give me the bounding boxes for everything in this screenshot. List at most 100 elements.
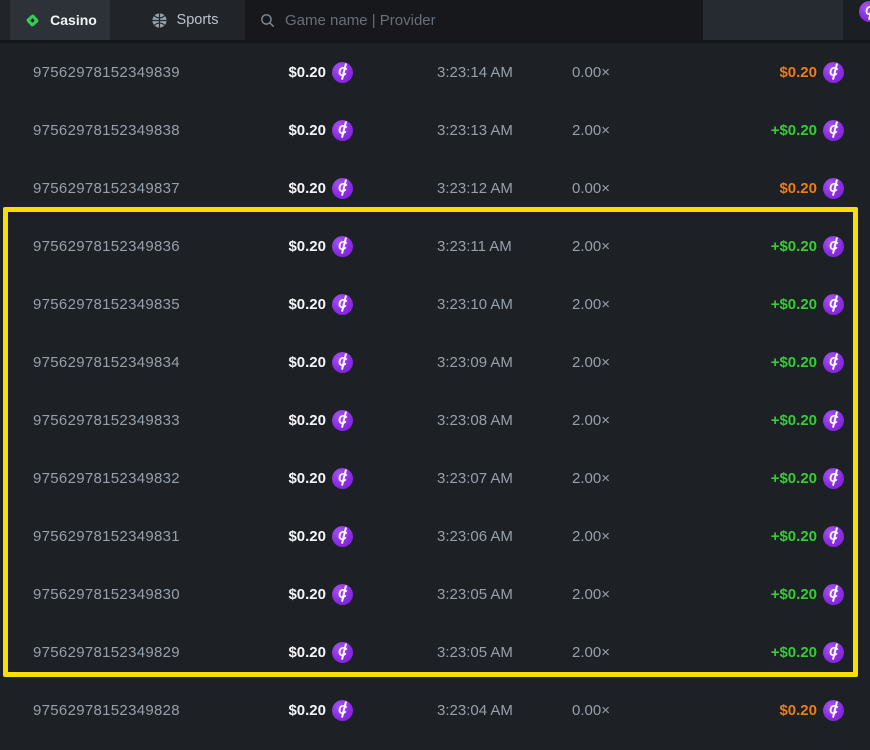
tab-casino[interactable]: Casino [10, 0, 110, 40]
bet-multiplier: 2.00× [553, 238, 703, 255]
bet-id: 97562978152349832 [0, 470, 250, 487]
bet-amount: $0.20 [288, 64, 326, 81]
bet-time: 3:23:07 AM [353, 470, 553, 487]
bet-id: 97562978152349835 [0, 296, 250, 313]
bet-payout-cell: +$0.20C [703, 352, 870, 373]
coin-icon: C [332, 62, 353, 83]
bet-payout: +$0.20 [771, 354, 817, 371]
bet-payout-cell: +$0.20 C [703, 642, 870, 663]
casino-cards-icon [23, 11, 42, 30]
bet-multiplier: 2.00× [553, 644, 703, 661]
bet-amount: $0.20 [288, 470, 326, 487]
bet-payout: +$0.20 [771, 238, 817, 255]
bet-amount: $0.20 [288, 296, 326, 313]
table-row[interactable]: 97562978152349835$0.20C3:23:10 AM2.00×+$… [0, 275, 870, 333]
bet-time: 3:23:10 AM [353, 296, 553, 313]
bet-time: 3:23:11 AM [353, 238, 553, 255]
bet-amount-cell: $0.20 C [250, 468, 353, 489]
bet-time: 3:23:12 AM [353, 180, 553, 197]
coin-icon: C [823, 468, 844, 489]
bet-payout-cell: $0.20 C [703, 178, 870, 199]
bet-id: 97562978152349838 [0, 122, 250, 139]
bets-table: 97562978152349839$0.20C3:23:14 AM0.00×$0… [0, 43, 870, 739]
table-row[interactable]: 97562978152349837$0.20C3:23:12 AM0.00×$0… [0, 159, 870, 217]
coin-icon: C [332, 294, 353, 315]
bet-amount: $0.20 [288, 412, 326, 429]
coin-icon: C [332, 236, 353, 257]
bet-payout: +$0.20 [771, 644, 817, 661]
table-row[interactable]: 97562978152349828$0.20C3:23:04 AM0.00×$0… [0, 681, 870, 739]
table-row[interactable]: 97562978152349838$0.20C3:23:13 AM2.00×+$… [0, 101, 870, 159]
table-row[interactable]: 97562978152349834$0.20C3:23:09 AM2.00×+$… [0, 333, 870, 391]
coin-icon: C [823, 700, 844, 721]
bet-time: 3:23:06 AM [353, 528, 553, 545]
bet-time: 3:23:05 AM [353, 586, 553, 603]
game-search [245, 0, 703, 40]
bet-multiplier: 0.00× [553, 180, 703, 197]
table-row[interactable]: 97562978152349831$0.20C3:23:06 AM2.00×+$… [0, 507, 870, 565]
bet-id: 97562978152349834 [0, 354, 250, 371]
coin-icon: C [332, 700, 353, 721]
bet-id: 97562978152349839 [0, 64, 250, 81]
bet-multiplier: 2.00× [553, 296, 703, 313]
tab-casino-label: Casino [50, 12, 97, 28]
bet-amount: $0.20 [288, 702, 326, 719]
balance-coin-icon: C [859, 1, 870, 22]
bet-payout-cell: +$0.20 C [703, 468, 870, 489]
bet-payout-cell: +$0.20C [703, 526, 870, 547]
bet-amount: $0.20 [288, 354, 326, 371]
coin-icon: C [823, 120, 844, 141]
bet-payout-cell: +$0.20 C [703, 236, 870, 257]
bet-time: 3:23:14 AM [353, 64, 553, 81]
bet-payout: +$0.20 [771, 470, 817, 487]
bet-payout-cell: +$0.20C [703, 294, 870, 315]
bet-amount-cell: $0.20C [250, 178, 353, 199]
bet-payout-cell: +$0.20C [703, 584, 870, 605]
bet-id: 97562978152349836 [0, 238, 250, 255]
coin-icon: C [823, 526, 844, 547]
table-row[interactable]: 97562978152349839$0.20C3:23:14 AM0.00×$0… [0, 43, 870, 101]
coin-icon: C [332, 178, 353, 199]
bet-multiplier: 0.00× [553, 702, 703, 719]
coin-icon: C [823, 178, 844, 199]
bet-id: 97562978152349828 [0, 702, 250, 719]
table-row[interactable]: 97562978152349836$0.20C3:23:11 AM2.00×+$… [0, 217, 870, 275]
coin-icon: C [332, 120, 353, 141]
coin-icon: C [823, 642, 844, 663]
bet-amount-cell: $0.20 C [250, 700, 353, 721]
coin-icon: C [332, 584, 353, 605]
coin-icon: C [823, 410, 844, 431]
coin-icon: C [332, 468, 353, 489]
bet-amount: $0.20 [288, 122, 326, 139]
bet-id: 97562978152349830 [0, 586, 250, 603]
bet-payout: +$0.20 [771, 412, 817, 429]
table-row[interactable]: 97562978152349832$0.20C3:23:07 AM2.00×+$… [0, 449, 870, 507]
tab-sports-label: Sports [177, 12, 219, 28]
table-row[interactable]: 97562978152349829$0.20C3:23:05 AM2.00×+$… [0, 623, 870, 681]
bet-id: 97562978152349837 [0, 180, 250, 197]
coin-icon: C [823, 294, 844, 315]
bet-amount-cell: $0.20C [250, 236, 353, 257]
tab-sports[interactable]: Sports [132, 0, 237, 40]
table-row[interactable]: 97562978152349830$0.20C3:23:05 AM2.00×+$… [0, 565, 870, 623]
bet-amount-cell: $0.20 C [250, 352, 353, 373]
coin-icon: C [332, 352, 353, 373]
bet-amount-cell: $0.20 C [250, 584, 353, 605]
bet-amount: $0.20 [288, 586, 326, 603]
bet-payout-cell: +$0.20C [703, 120, 870, 141]
bet-payout-cell: $0.20 C [703, 700, 870, 721]
bet-payout: $0.20 [779, 702, 817, 719]
bet-payout-cell: +$0.20 C [703, 410, 870, 431]
bet-payout: +$0.20 [771, 586, 817, 603]
bet-multiplier: 2.00× [553, 470, 703, 487]
search-icon [259, 12, 276, 29]
coin-icon: C [823, 236, 844, 257]
basketball-icon [151, 12, 168, 29]
bet-multiplier: 2.00× [553, 586, 703, 603]
table-row[interactable]: 97562978152349833$0.20C3:23:08 AM2.00×+$… [0, 391, 870, 449]
bet-payout: $0.20 [779, 180, 817, 197]
bet-multiplier: 0.00× [553, 64, 703, 81]
search-input[interactable] [285, 12, 703, 29]
bet-payout-cell: $0.20C [703, 62, 870, 83]
bet-amount-cell: $0.20 C [250, 120, 353, 141]
